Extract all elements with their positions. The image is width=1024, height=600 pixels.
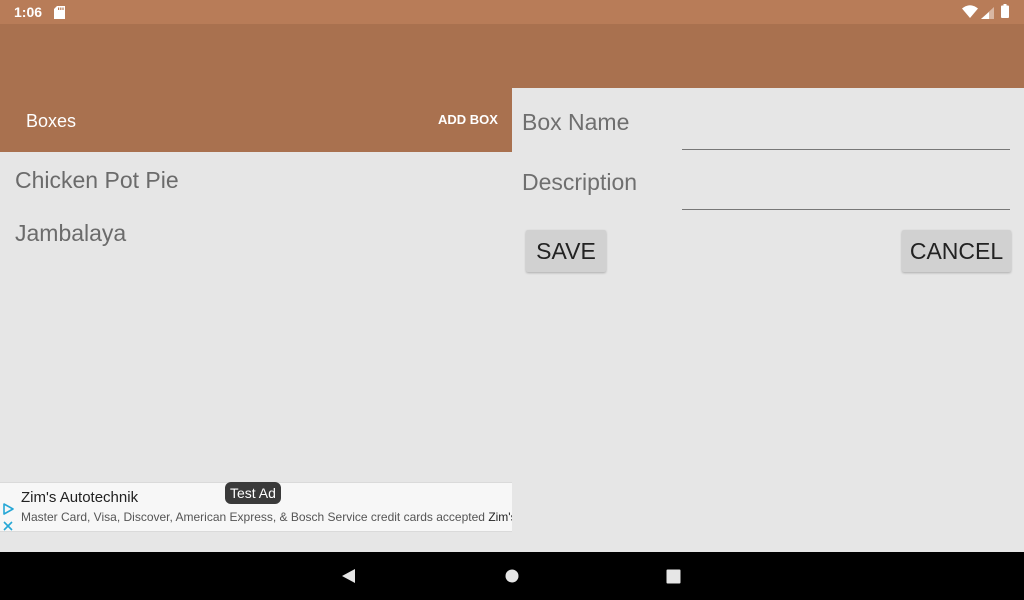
add-box-button[interactable]: ADD BOX: [430, 104, 506, 136]
status-bar: 1:06: [0, 0, 1024, 24]
description-label: Description: [522, 169, 638, 195]
list-item[interactable]: Jambalaya: [15, 219, 126, 247]
ad-text: Master Card, Visa, Discover, American Ex…: [21, 510, 512, 524]
wifi-icon: [962, 5, 978, 23]
home-icon[interactable]: [505, 569, 519, 588]
recents-icon[interactable]: [666, 569, 681, 589]
edit-box-panel: Box Name Description SAVE CANCEL: [512, 88, 1024, 552]
ad-description: Master Card, Visa, Discover, American Ex…: [21, 510, 485, 524]
ad-close-icon[interactable]: [3, 518, 13, 531]
box-list: Chicken Pot Pie Jambalaya: [0, 152, 512, 482]
signal-icon: [981, 6, 994, 24]
navigation-bar: [0, 552, 1024, 600]
save-button[interactable]: SAVE: [526, 230, 606, 272]
box-name-input[interactable]: [682, 117, 1010, 150]
test-ad-badge: Test Ad: [225, 482, 281, 504]
cancel-button[interactable]: CANCEL: [902, 230, 1011, 272]
sd-card-icon: [54, 6, 65, 24]
battery-icon: [1001, 4, 1009, 23]
ad-title[interactable]: Zim's Autotechnik: [21, 489, 138, 507]
ad-text-brand: Zim's ...: [488, 510, 512, 524]
description-input[interactable]: [682, 177, 1010, 210]
box-name-label: Box Name: [522, 109, 630, 135]
status-time: 1:06: [14, 4, 43, 20]
back-icon[interactable]: [341, 568, 356, 589]
list-item[interactable]: Chicken Pot Pie: [15, 166, 179, 194]
page-title: Boxes: [26, 111, 77, 131]
